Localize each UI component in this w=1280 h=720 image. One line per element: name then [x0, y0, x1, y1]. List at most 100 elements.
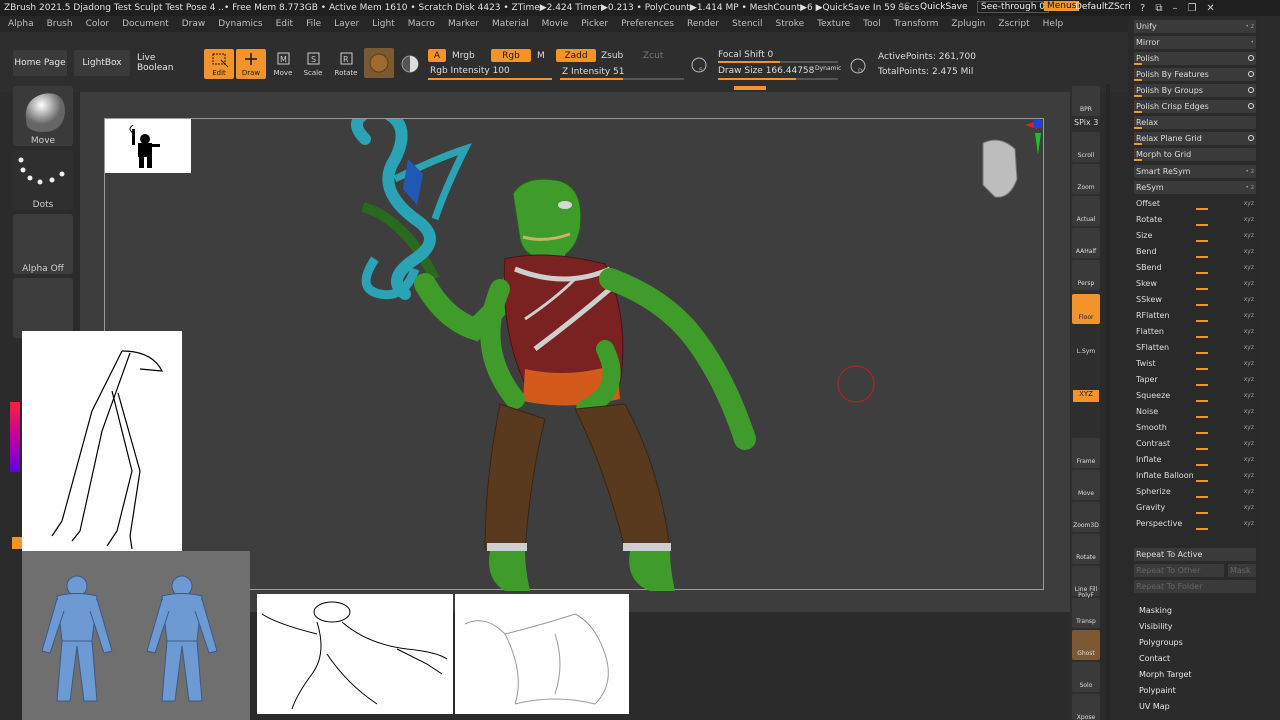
- rotate-view-button[interactable]: Rotate: [1072, 534, 1100, 564]
- a-toggle[interactable]: A: [428, 49, 446, 62]
- taper-slider[interactable]: Taper xyz: [1134, 373, 1256, 386]
- subpalette-polypaint[interactable]: Polypaint: [1139, 686, 1176, 695]
- menu-texture[interactable]: Texture: [817, 19, 850, 29]
- live-boolean-button[interactable]: Live Boolean: [137, 50, 194, 76]
- dynamic-toggle[interactable]: Dynamic: [815, 65, 841, 72]
- dynamic-d-icon[interactable]: D: [848, 56, 868, 76]
- xpose-button[interactable]: Xpose: [1072, 694, 1100, 720]
- minimize-icon[interactable]: –: [1172, 3, 1177, 14]
- focal-s-icon[interactable]: S: [690, 56, 708, 74]
- menu-zscript[interactable]: Zscript: [998, 19, 1029, 29]
- m-toggle[interactable]: M: [537, 51, 545, 61]
- shelf-scroll-handle[interactable]: [734, 86, 766, 90]
- subpalette-masking[interactable]: Masking: [1139, 606, 1172, 615]
- morph-to-grid-slider[interactable]: Morph to Grid: [1134, 148, 1256, 161]
- menu-alpha[interactable]: Alpha: [8, 19, 34, 29]
- edit-mode-button[interactable]: Edit: [204, 49, 234, 79]
- menu-tool[interactable]: Tool: [863, 19, 880, 29]
- lightbox-button[interactable]: LightBox: [74, 50, 130, 76]
- polyf-button[interactable]: Line Fill PolyF: [1072, 566, 1100, 599]
- mrgb-toggle[interactable]: Mrgb: [452, 51, 475, 61]
- menu-help[interactable]: Help: [1043, 19, 1064, 29]
- menu-brush[interactable]: Brush: [47, 19, 73, 29]
- quicksave-button[interactable]: QuickSave: [920, 2, 968, 12]
- smart-resym-button[interactable]: Smart ReSym • z: [1134, 165, 1256, 178]
- bpr-button[interactable]: BPR: [1072, 86, 1100, 116]
- menu-file[interactable]: File: [306, 19, 321, 29]
- color-toggle-icon[interactable]: [12, 537, 22, 549]
- polish-by-features-slider[interactable]: Polish By Features: [1134, 68, 1256, 81]
- zcut-toggle[interactable]: Zcut: [643, 51, 663, 61]
- repeat-to-other-button[interactable]: Repeat To Other: [1134, 564, 1224, 577]
- scale-mode-button[interactable]: S Scale: [298, 49, 328, 79]
- subpalette-contact[interactable]: Contact: [1139, 654, 1170, 663]
- menu-document[interactable]: Document: [122, 19, 169, 29]
- menu-macro[interactable]: Macro: [408, 19, 435, 29]
- menu-marker[interactable]: Marker: [448, 19, 479, 29]
- menu-stencil[interactable]: Stencil: [732, 19, 762, 29]
- contrast-slider[interactable]: Contrast xyz: [1134, 437, 1256, 450]
- rotate-mode-button[interactable]: R Rotate: [331, 49, 361, 79]
- noise-slider[interactable]: Noise xyz: [1134, 405, 1256, 418]
- color-gradient-swatch[interactable]: [10, 402, 20, 472]
- relax-plane-grid-slider[interactable]: Relax Plane Grid: [1134, 132, 1256, 145]
- sflatten-slider[interactable]: SFlatten xyz: [1134, 341, 1256, 354]
- bend-slider[interactable]: Bend xyz: [1134, 245, 1256, 258]
- resym-button[interactable]: ReSym • z: [1134, 181, 1256, 194]
- draw-size-slider[interactable]: [718, 78, 838, 80]
- mask-toggle[interactable]: Mask: [1228, 564, 1256, 577]
- tray-divider[interactable]: [1106, 84, 1110, 720]
- color-picker-icon[interactable]: [400, 54, 420, 74]
- menu-material[interactable]: Material: [492, 19, 529, 29]
- draw-mode-button[interactable]: Draw: [236, 49, 266, 79]
- unify-button[interactable]: Unify • z: [1134, 20, 1256, 33]
- frame-button[interactable]: Frame: [1072, 438, 1100, 468]
- ghost-button[interactable]: Ghost: [1072, 630, 1100, 660]
- subpalette-visibility[interactable]: Visibility: [1139, 622, 1173, 631]
- document-canvas[interactable]: [104, 102, 1044, 591]
- see-through-slider[interactable]: See-through 0: [977, 1, 1049, 13]
- polish-by-groups-slider[interactable]: Polish By Groups: [1134, 84, 1256, 97]
- menu-transform[interactable]: Transform: [894, 19, 939, 29]
- z-intensity-slider[interactable]: [560, 78, 684, 80]
- xyz-button[interactable]: XYZ: [1073, 390, 1099, 402]
- repeat-to-active-button[interactable]: Repeat To Active: [1134, 548, 1256, 561]
- subpalette-polygroups[interactable]: Polygroups: [1139, 638, 1183, 647]
- zoom3d-button[interactable]: Zoom3D: [1072, 502, 1100, 532]
- zoom-button[interactable]: Zoom: [1072, 164, 1100, 194]
- offset-slider[interactable]: Offset xyz: [1134, 197, 1256, 210]
- persp-button[interactable]: Persp: [1072, 260, 1100, 290]
- floor-button[interactable]: Floor: [1072, 294, 1100, 324]
- sskew-slider[interactable]: SSkew xyz: [1134, 293, 1256, 306]
- material-swatch[interactable]: [364, 48, 394, 78]
- menu-stroke[interactable]: Stroke: [775, 19, 804, 29]
- spherize-slider[interactable]: Spherize xyz: [1134, 485, 1256, 498]
- menu-picker[interactable]: Picker: [581, 19, 608, 29]
- gravity-slider[interactable]: Gravity xyz: [1134, 501, 1256, 514]
- default-zscript-button[interactable]: DefaultZScript: [1075, 2, 1130, 12]
- menu-movie[interactable]: Movie: [542, 19, 569, 29]
- menu-zplugin[interactable]: Zplugin: [951, 19, 985, 29]
- aahalf-button[interactable]: AAHalf: [1072, 228, 1100, 258]
- relax-slider[interactable]: Relax: [1134, 116, 1256, 129]
- texture-selector[interactable]: [13, 278, 73, 338]
- menu-color[interactable]: Color: [86, 19, 110, 29]
- lsym-button[interactable]: L.Sym: [1072, 328, 1100, 358]
- focal-shift-slider[interactable]: [718, 61, 838, 63]
- mirror-button[interactable]: Mirror •: [1134, 36, 1256, 49]
- menu-render[interactable]: Render: [687, 19, 719, 29]
- rflatten-slider[interactable]: RFlatten xyz: [1134, 309, 1256, 322]
- move-view-button[interactable]: Move: [1072, 470, 1100, 500]
- polish-crisp-edges-slider[interactable]: Polish Crisp Edges: [1134, 100, 1256, 113]
- squeeze-slider[interactable]: Squeeze xyz: [1134, 389, 1256, 402]
- skew-slider[interactable]: Skew xyz: [1134, 277, 1256, 290]
- subpalette-morph-target[interactable]: Morph Target: [1139, 670, 1192, 679]
- solo-button[interactable]: Solo: [1072, 662, 1100, 692]
- inflate-balloon-slider[interactable]: Inflate Balloon xyz: [1134, 469, 1256, 482]
- inflate-slider[interactable]: Inflate xyz: [1134, 453, 1256, 466]
- perspective-slider[interactable]: Perspective xyz: [1134, 517, 1256, 530]
- sbend-slider[interactable]: SBend xyz: [1134, 261, 1256, 274]
- repeat-to-folder-button[interactable]: Repeat To Folder: [1134, 580, 1256, 593]
- scroll-button[interactable]: Scroll: [1072, 132, 1100, 162]
- polish-slider[interactable]: Polish: [1134, 52, 1256, 65]
